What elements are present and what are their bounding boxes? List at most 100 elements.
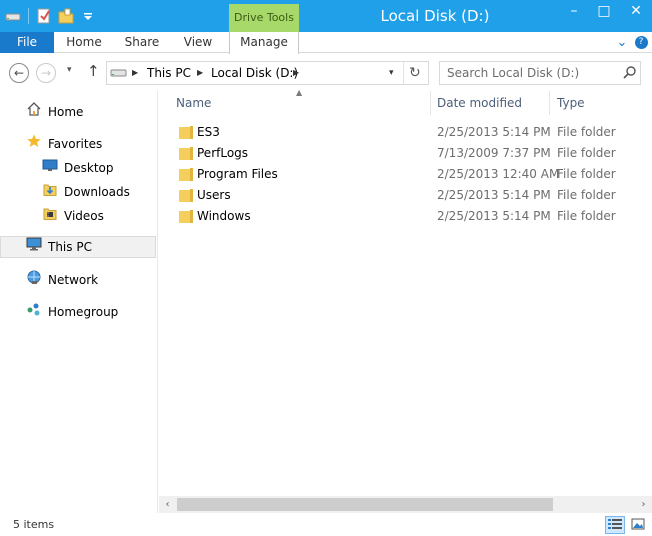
file-date-modified: 2/25/2013 5:14 PM bbox=[437, 209, 551, 223]
status-bar: 5 items bbox=[0, 513, 652, 536]
file-name: ES3 bbox=[197, 125, 220, 139]
nav-item-home[interactable]: Home bbox=[26, 101, 83, 123]
column-divider[interactable] bbox=[430, 91, 431, 115]
network-icon bbox=[26, 269, 42, 292]
minimize-button[interactable]: – bbox=[560, 0, 588, 22]
column-header-type[interactable]: Type bbox=[557, 91, 647, 115]
nav-item-label: Videos bbox=[64, 209, 104, 223]
quick-access-toolbar bbox=[4, 6, 97, 26]
column-divider[interactable] bbox=[549, 91, 550, 115]
breadcrumb-this-pc[interactable]: This PC bbox=[147, 62, 191, 84]
column-header-label: Type bbox=[557, 96, 585, 110]
search-icon[interactable] bbox=[622, 65, 638, 81]
close-button[interactable]: ✕ bbox=[620, 0, 652, 22]
tab-manage[interactable]: Manage bbox=[229, 32, 299, 54]
nav-item-label: Desktop bbox=[64, 161, 114, 175]
customize-toolbar-icon[interactable] bbox=[79, 7, 97, 25]
nav-item-desktop[interactable]: Desktop bbox=[42, 157, 114, 179]
refresh-button[interactable]: ↻ bbox=[409, 62, 421, 84]
address-dropdown-button[interactable]: ▾ bbox=[389, 62, 394, 84]
file-date-modified: 2/25/2013 5:14 PM bbox=[437, 125, 551, 139]
nav-item-label: Homegroup bbox=[48, 305, 119, 319]
file-row[interactable]: Users 2/25/2013 5:14 PM File folder bbox=[159, 185, 652, 206]
nav-item-label: Network bbox=[48, 273, 99, 287]
tab-file[interactable]: File bbox=[0, 32, 54, 53]
file-row[interactable]: PerfLogs 7/13/2009 7:37 PM File folder bbox=[159, 143, 652, 164]
column-header-label: Name bbox=[176, 96, 212, 110]
file-date-modified: 7/13/2009 7:37 PM bbox=[437, 146, 551, 160]
downloads-icon bbox=[42, 181, 58, 204]
scroll-left-button[interactable]: ‹ bbox=[159, 496, 176, 513]
nav-item-homegroup[interactable]: Homegroup bbox=[26, 301, 118, 323]
details-view-icon bbox=[608, 518, 622, 533]
toolbar-separator bbox=[28, 8, 29, 24]
ribbon-collapse-button[interactable]: ⌄ bbox=[614, 34, 630, 51]
up-button[interactable]: ↑ bbox=[87, 62, 100, 80]
file-name: Program Files bbox=[197, 167, 278, 181]
file-type: File folder bbox=[557, 167, 616, 181]
file-name: PerfLogs bbox=[197, 146, 249, 160]
desktop-icon bbox=[42, 157, 58, 180]
tab-home[interactable]: Home bbox=[57, 32, 111, 53]
title-bar: Drive Tools Local Disk (D:) – □ ✕ bbox=[0, 0, 652, 32]
scroll-right-button[interactable]: › bbox=[635, 496, 652, 513]
column-header-date-modified[interactable]: Date modified bbox=[437, 91, 547, 115]
details-view-button[interactable] bbox=[605, 516, 625, 534]
videos-icon bbox=[42, 205, 58, 228]
file-date-modified: 2/25/2013 12:40 AM bbox=[437, 167, 560, 181]
homegroup-icon bbox=[26, 301, 42, 324]
star-icon bbox=[26, 133, 42, 156]
folder-icon bbox=[179, 126, 193, 139]
window-title: Local Disk (D:) bbox=[380, 7, 490, 25]
file-type: File folder bbox=[557, 188, 616, 202]
file-type: File folder bbox=[557, 209, 616, 223]
computer-icon bbox=[26, 236, 42, 259]
back-button[interactable]: ← bbox=[9, 63, 29, 83]
file-date-modified: 2/25/2013 5:14 PM bbox=[437, 188, 551, 202]
file-type: File folder bbox=[557, 146, 616, 160]
ribbon-tab-bar: File Home Share View Manage ⌄ ? bbox=[0, 32, 652, 54]
nav-item-this-pc[interactable]: This PC bbox=[0, 236, 156, 258]
breadcrumb-local-disk[interactable]: Local Disk (D:) bbox=[211, 62, 298, 84]
nav-item-videos[interactable]: Videos bbox=[42, 205, 104, 227]
drive-icon bbox=[4, 7, 22, 25]
tab-share[interactable]: Share bbox=[115, 32, 169, 53]
drive-icon bbox=[110, 66, 128, 80]
column-header-label: Date modified bbox=[437, 96, 523, 110]
address-separator bbox=[403, 62, 404, 84]
navigation-pane: Home Favorites Desktop Downloads Videos … bbox=[0, 91, 158, 513]
file-row[interactable]: Windows 2/25/2013 5:14 PM File folder bbox=[159, 206, 652, 227]
home-icon bbox=[26, 101, 42, 124]
nav-item-label: Downloads bbox=[64, 185, 130, 199]
properties-icon[interactable] bbox=[35, 7, 53, 25]
nav-item-label: This PC bbox=[48, 240, 92, 254]
search-input[interactable] bbox=[440, 62, 620, 84]
breadcrumb-chevron[interactable]: ▶ bbox=[197, 62, 203, 84]
nav-item-label: Favorites bbox=[48, 137, 103, 151]
folder-icon bbox=[179, 210, 193, 223]
address-bar[interactable]: ▶ This PC ▶ Local Disk (D:) ▶ ▾ ↻ bbox=[106, 61, 429, 85]
breadcrumb-chevron[interactable]: ▶ bbox=[293, 62, 299, 84]
help-icon: ? bbox=[634, 36, 648, 49]
file-row[interactable]: Program Files 2/25/2013 12:40 AM File fo… bbox=[159, 164, 652, 185]
search-box[interactable] bbox=[439, 61, 641, 85]
nav-item-downloads[interactable]: Downloads bbox=[42, 181, 130, 203]
breadcrumb-chevron[interactable]: ▶ bbox=[132, 62, 138, 84]
recent-locations-button[interactable]: ▾ bbox=[67, 65, 72, 75]
nav-item-label: Home bbox=[48, 105, 84, 119]
horizontal-scrollbar[interactable]: ‹ › bbox=[159, 496, 652, 513]
file-type: File folder bbox=[557, 125, 616, 139]
item-count: 5 items bbox=[13, 518, 55, 531]
nav-item-network[interactable]: Network bbox=[26, 269, 98, 291]
nav-item-favorites[interactable]: Favorites bbox=[26, 133, 102, 155]
maximize-button[interactable]: □ bbox=[590, 0, 618, 22]
large-icons-view-button[interactable] bbox=[628, 516, 648, 534]
scrollbar-thumb[interactable] bbox=[177, 498, 553, 511]
new-folder-icon[interactable] bbox=[57, 7, 75, 25]
tab-view[interactable]: View bbox=[171, 32, 225, 53]
drive-tools-tab-header: Drive Tools bbox=[229, 4, 299, 32]
forward-button[interactable]: → bbox=[36, 63, 56, 83]
help-button[interactable]: ? bbox=[633, 34, 649, 51]
sort-ascending-icon: ▲ bbox=[296, 88, 303, 97]
file-row[interactable]: ES3 2/25/2013 5:14 PM File folder bbox=[159, 122, 652, 143]
